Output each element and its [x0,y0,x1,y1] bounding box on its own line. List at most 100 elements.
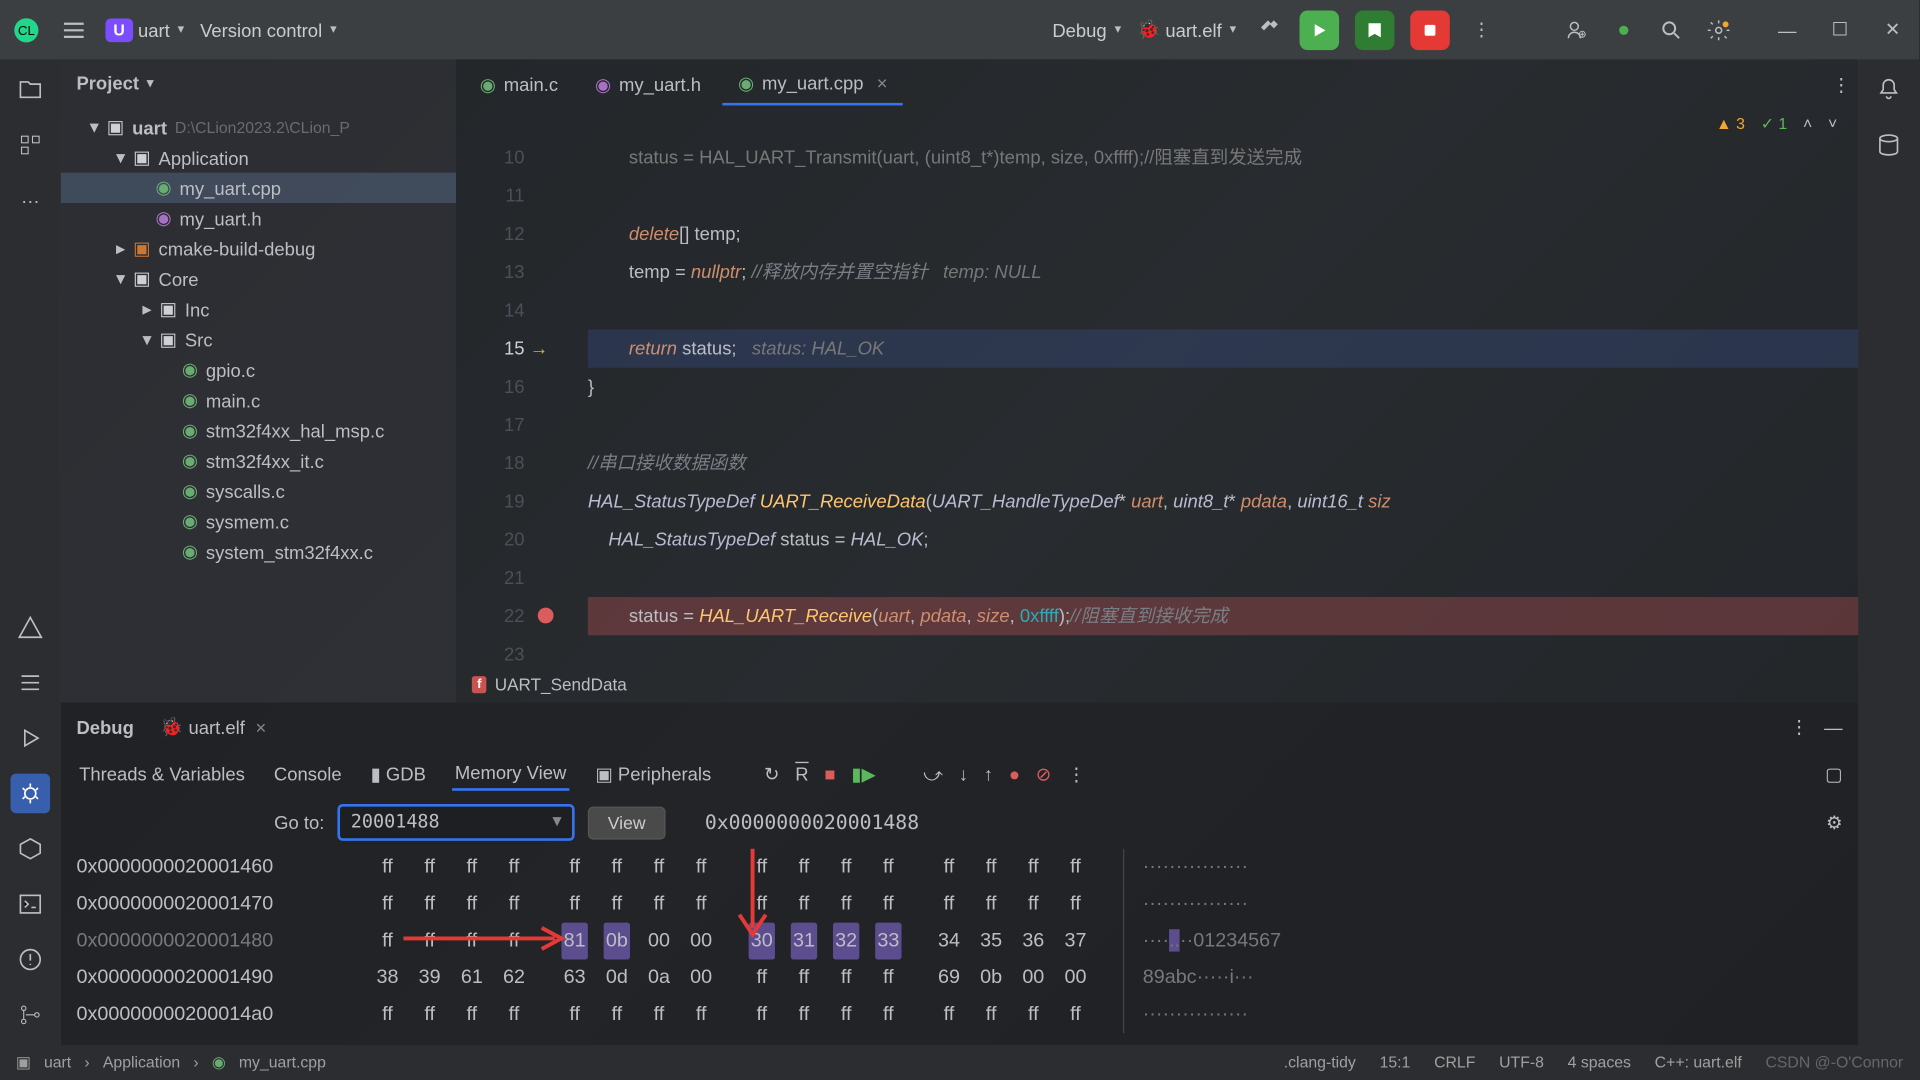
tree-row[interactable]: ◉ stm32f4xx_hal_msp.c [61,415,456,445]
up-icon[interactable]: ˄ [1803,115,1812,133]
rerun-icon[interactable]: ↻ [764,762,779,784]
line-number[interactable]: 19 [456,482,525,520]
minimize-icon[interactable]: — [1771,14,1803,46]
more-icon[interactable]: ··· [11,181,51,221]
status-indent[interactable]: 4 spaces [1568,1053,1631,1071]
tab-header[interactable]: ◉my_uart.h [579,65,717,103]
step-out-icon[interactable]: ↑ [984,763,993,784]
mute-breakpoints-icon[interactable]: ⊘ [1036,762,1051,784]
tree-row[interactable]: ◉ stm32f4xx_it.c [61,445,456,475]
status-encoding[interactable]: UTF-8 [1499,1053,1544,1071]
memory-row[interactable]: 0x0000000020001460ffffffffffffffffffffff… [76,849,1842,886]
tree-row[interactable]: ◉ my_uart.cpp [61,173,456,203]
memory-table[interactable]: 0x0000000020001460ffffffffffffffffffffff… [61,849,1859,1034]
resume-icon[interactable]: ▮▶ [851,762,875,784]
run-button[interactable] [1300,10,1340,50]
chevron-down-icon[interactable]: ▾ [178,22,185,36]
chevron-down-icon[interactable]: ▾ [147,76,154,90]
tab-cpp[interactable]: ◉my_uart.cpp× [722,64,903,105]
status-position[interactable]: 15:1 [1380,1053,1411,1071]
code-editor[interactable]: status = HAL_UART_Transmit(uart, (uint8_… [535,138,1858,667]
run-target[interactable]: uart.elf [1165,19,1221,40]
breakpoint-icon[interactable]: ● [1009,763,1020,784]
gear-icon[interactable] [1703,14,1735,46]
chevron-down-icon[interactable]: ▾ [330,22,337,36]
memory-row[interactable]: 0x00000000200014a0ffffffffffffffffffffff… [76,996,1842,1033]
tree-row[interactable]: ▾ ▣ Core [61,264,456,294]
line-number[interactable]: 13 [456,253,525,291]
chevron-down-icon[interactable]: ▾ [1230,22,1237,36]
goto-input[interactable] [338,804,575,841]
tab-gdb[interactable]: ▮ GDB [368,757,429,790]
line-number[interactable]: 16 [456,368,525,406]
memory-row[interactable]: 0x0000000020001470ffffffffffffffffffffff… [76,886,1842,923]
menu-icon[interactable] [58,14,90,46]
step-into-icon[interactable]: ↓ [959,763,968,784]
maximize-icon[interactable]: ☐ [1824,14,1856,46]
down-icon[interactable]: ˅ [1828,115,1837,133]
chevron-down-icon[interactable]: ▾ [1115,22,1122,36]
status-clang[interactable]: .clang-tidy [1284,1053,1356,1071]
memory-row[interactable]: 0x000000002000149038396162630d0a00ffffff… [76,960,1842,997]
line-number[interactable]: 18 [456,444,525,482]
play-icon[interactable] [11,718,51,758]
close-icon[interactable]: × [255,716,266,737]
services-icon[interactable] [11,829,51,869]
line-number[interactable]: 21 [456,559,525,597]
search-icon[interactable] [1655,14,1687,46]
problems-icon[interactable] [11,940,51,980]
more-icon[interactable]: ⋮ [1067,762,1085,784]
stop-icon[interactable]: ■ [824,763,835,784]
vcs-menu[interactable]: Version control [200,19,322,40]
line-number[interactable]: 12 [456,215,525,253]
tree-row[interactable]: ▾ ▣ uart D:\CLion2023.2\CLion_P [61,112,456,142]
step-over-icon[interactable]: ⤻ [923,762,943,784]
line-number[interactable]: 15→ [456,330,525,368]
structure-icon[interactable] [11,125,51,165]
line-number[interactable]: 10 [456,138,525,176]
warning-badge[interactable]: ▲ 3 [1716,115,1745,133]
tab-threads[interactable]: Threads & Variables [76,758,247,790]
chevron-down-icon[interactable]: ▾ [552,809,561,831]
breadcrumb[interactable]: Application [103,1053,180,1071]
tree-row[interactable]: ◉ sysmem.c [61,506,456,536]
breadcrumb-function[interactable]: UART_SendData [495,675,627,695]
tab-memory[interactable]: Memory View [452,757,569,791]
tree-row[interactable]: ◉ gpio.c [61,355,456,385]
reset-icon[interactable]: R [795,763,808,784]
line-number[interactable]: 17 [456,406,525,444]
tree-row[interactable]: ◉ syscalls.c [61,476,456,506]
hammer-icon[interactable] [1252,14,1284,46]
user-icon[interactable] [1561,14,1593,46]
line-number[interactable]: 11 [456,177,525,215]
tab-console[interactable]: Console [271,758,344,790]
close-icon[interactable]: ✕ [1877,14,1909,46]
tree-row[interactable]: ▾ ▣ Src [61,324,456,354]
hint-badge[interactable]: ✓ 1 [1761,115,1787,133]
tree-row[interactable]: ▾ ▣ Application [61,142,456,172]
gear-icon[interactable]: ⚙ [1826,811,1843,833]
tab-peripherals[interactable]: ▣ Peripherals [593,757,714,790]
tab-main[interactable]: ◉main.c [464,65,574,103]
database-icon[interactable] [1869,125,1909,165]
run-config[interactable]: Debug [1052,19,1106,40]
status-toolchain[interactable]: C++: uart.elf [1655,1053,1742,1071]
memory-row[interactable]: 0x0000000020001480ffffffff810b0000303132… [76,923,1842,960]
terminal-icon[interactable] [11,884,51,924]
debug-icon[interactable] [11,774,51,814]
breadcrumb[interactable]: uart [44,1053,71,1071]
more-icon[interactable]: ⋮ [1790,716,1808,738]
line-number[interactable]: 14 [456,291,525,329]
tree-row[interactable]: ◉ main.c [61,385,456,415]
tree-row[interactable]: ▸ ▣ cmake-build-debug [61,233,456,263]
warning-icon[interactable] [11,608,51,648]
list-icon[interactable] [11,663,51,703]
tree-row[interactable]: ▸ ▣ Inc [61,294,456,324]
view-button[interactable]: View [588,806,665,839]
line-number[interactable]: 23 [456,635,525,667]
line-number[interactable]: 22 [456,597,525,635]
tree-row[interactable]: ◉ my_uart.h [61,203,456,233]
more-icon[interactable]: ⋮ [1832,73,1850,95]
bell-icon[interactable] [1869,70,1909,110]
status-eol[interactable]: CRLF [1434,1053,1475,1071]
